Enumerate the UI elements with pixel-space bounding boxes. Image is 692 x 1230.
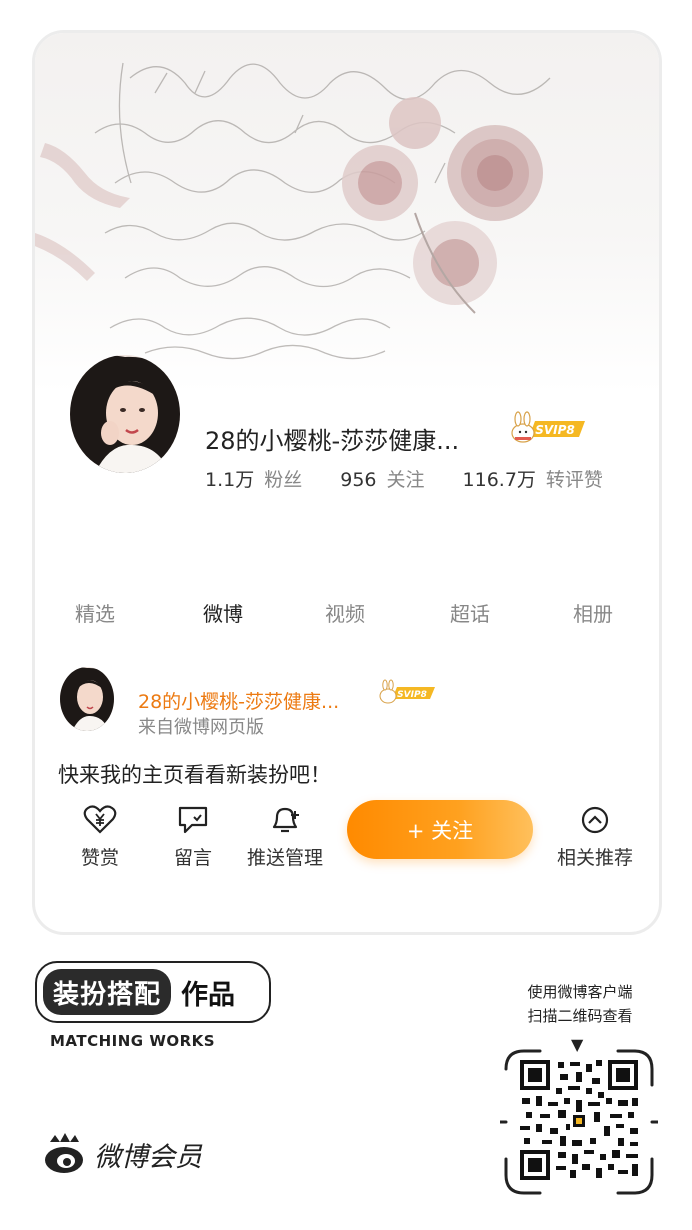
svip-rabbit-icon: SVIP8 [511,411,585,443]
post-source: 来自微博网页版 [138,717,264,738]
badge-dark-label: 装扮搭配 [43,969,172,1015]
weibo-logo-icon [45,1133,83,1173]
profile-stats: 1.1万 粉丝 956 关注 116.7万 转评赞 [205,465,641,492]
rose-illustration [342,97,543,314]
post-author-name[interactable]: 28的小樱桃-莎莎健康... [138,687,339,714]
banner-art [35,62,551,360]
tab-album[interactable]: 相册 [573,598,613,627]
qr-hint-line2: 扫描二维码查看 [527,1007,633,1025]
post-avatar[interactable] [60,667,114,731]
comment-button[interactable]: 留言 [168,805,218,870]
qr-hint: 使用微博客户端 扫描二维码查看 [500,980,660,1028]
svip-rabbit-icon: SVIP8 [379,679,435,704]
push-settings-label: 推送管理 [246,847,323,869]
stat-value: 116.7万 [462,469,536,491]
related-recommend-button[interactable]: 相关推荐 [549,805,641,870]
matching-works-badge: 装扮搭配 作品 [35,961,271,1023]
related-recommend-label: 相关推荐 [556,847,633,869]
qr-code-icon[interactable] [518,1058,640,1182]
weibo-vip-logo: 微博会员 [42,1132,202,1176]
bell-plus-icon [272,807,299,833]
post-avatar-portrait [60,667,114,731]
tab-featured[interactable]: 精选 [75,598,115,627]
heart-yen-icon [83,805,117,834]
post-text: 快来我的主页看看新装扮吧！ [58,763,331,787]
push-settings-button[interactable]: 推送管理 [240,805,330,870]
stat-interactions[interactable]: 116.7万 转评赞 [463,465,603,492]
comment-label: 留言 [173,847,212,869]
stat-label: 关注 [386,469,425,491]
stat-label: 转评赞 [545,469,603,491]
matching-works-english: MATCHING WORKS [50,1032,216,1050]
chevron-up-circle-icon [581,806,609,834]
profile-tabs: 精选 微博 视频 超话 相册 [35,598,659,628]
qr-hint-line1: 使用微博客户端 [527,983,633,1001]
banner-calligraphy-roses [35,33,659,393]
reward-button[interactable]: 赞赏 [75,805,125,870]
comment-icon [178,806,208,834]
tab-super-topic[interactable]: 超话 [450,598,490,627]
reward-label: 赞赏 [80,847,119,869]
stat-value: 1.1万 [205,469,255,491]
stat-value: 956 [340,469,377,491]
svg-text:SVIP8: SVIP8 [397,690,427,700]
post-svip-badge[interactable]: SVIP8 [377,679,437,709]
weibo-vip-text: 微博会员 [94,1141,202,1173]
badge-light-label: 作品 [181,979,236,1011]
avatar-portrait [70,355,180,473]
svg-text:SVIP8: SVIP8 [535,423,575,437]
follow-button[interactable]: + 关注 [347,800,533,859]
stat-followers[interactable]: 1.1万 粉丝 [205,465,302,492]
stat-following[interactable]: 956 关注 [340,465,424,492]
svip-badge[interactable]: SVIP8 [507,411,587,449]
profile-card: 28的小樱桃-莎莎健康... SVIP8 1.1万 粉丝 956 关注 116.7万… [32,30,662,935]
stat-label: 粉丝 [264,469,303,491]
profile-avatar[interactable] [70,355,180,473]
profile-name[interactable]: 28的小樱桃-莎莎健康... [205,421,459,456]
tab-video[interactable]: 视频 [325,598,365,627]
tab-weibo[interactable]: 微博 [203,598,243,627]
